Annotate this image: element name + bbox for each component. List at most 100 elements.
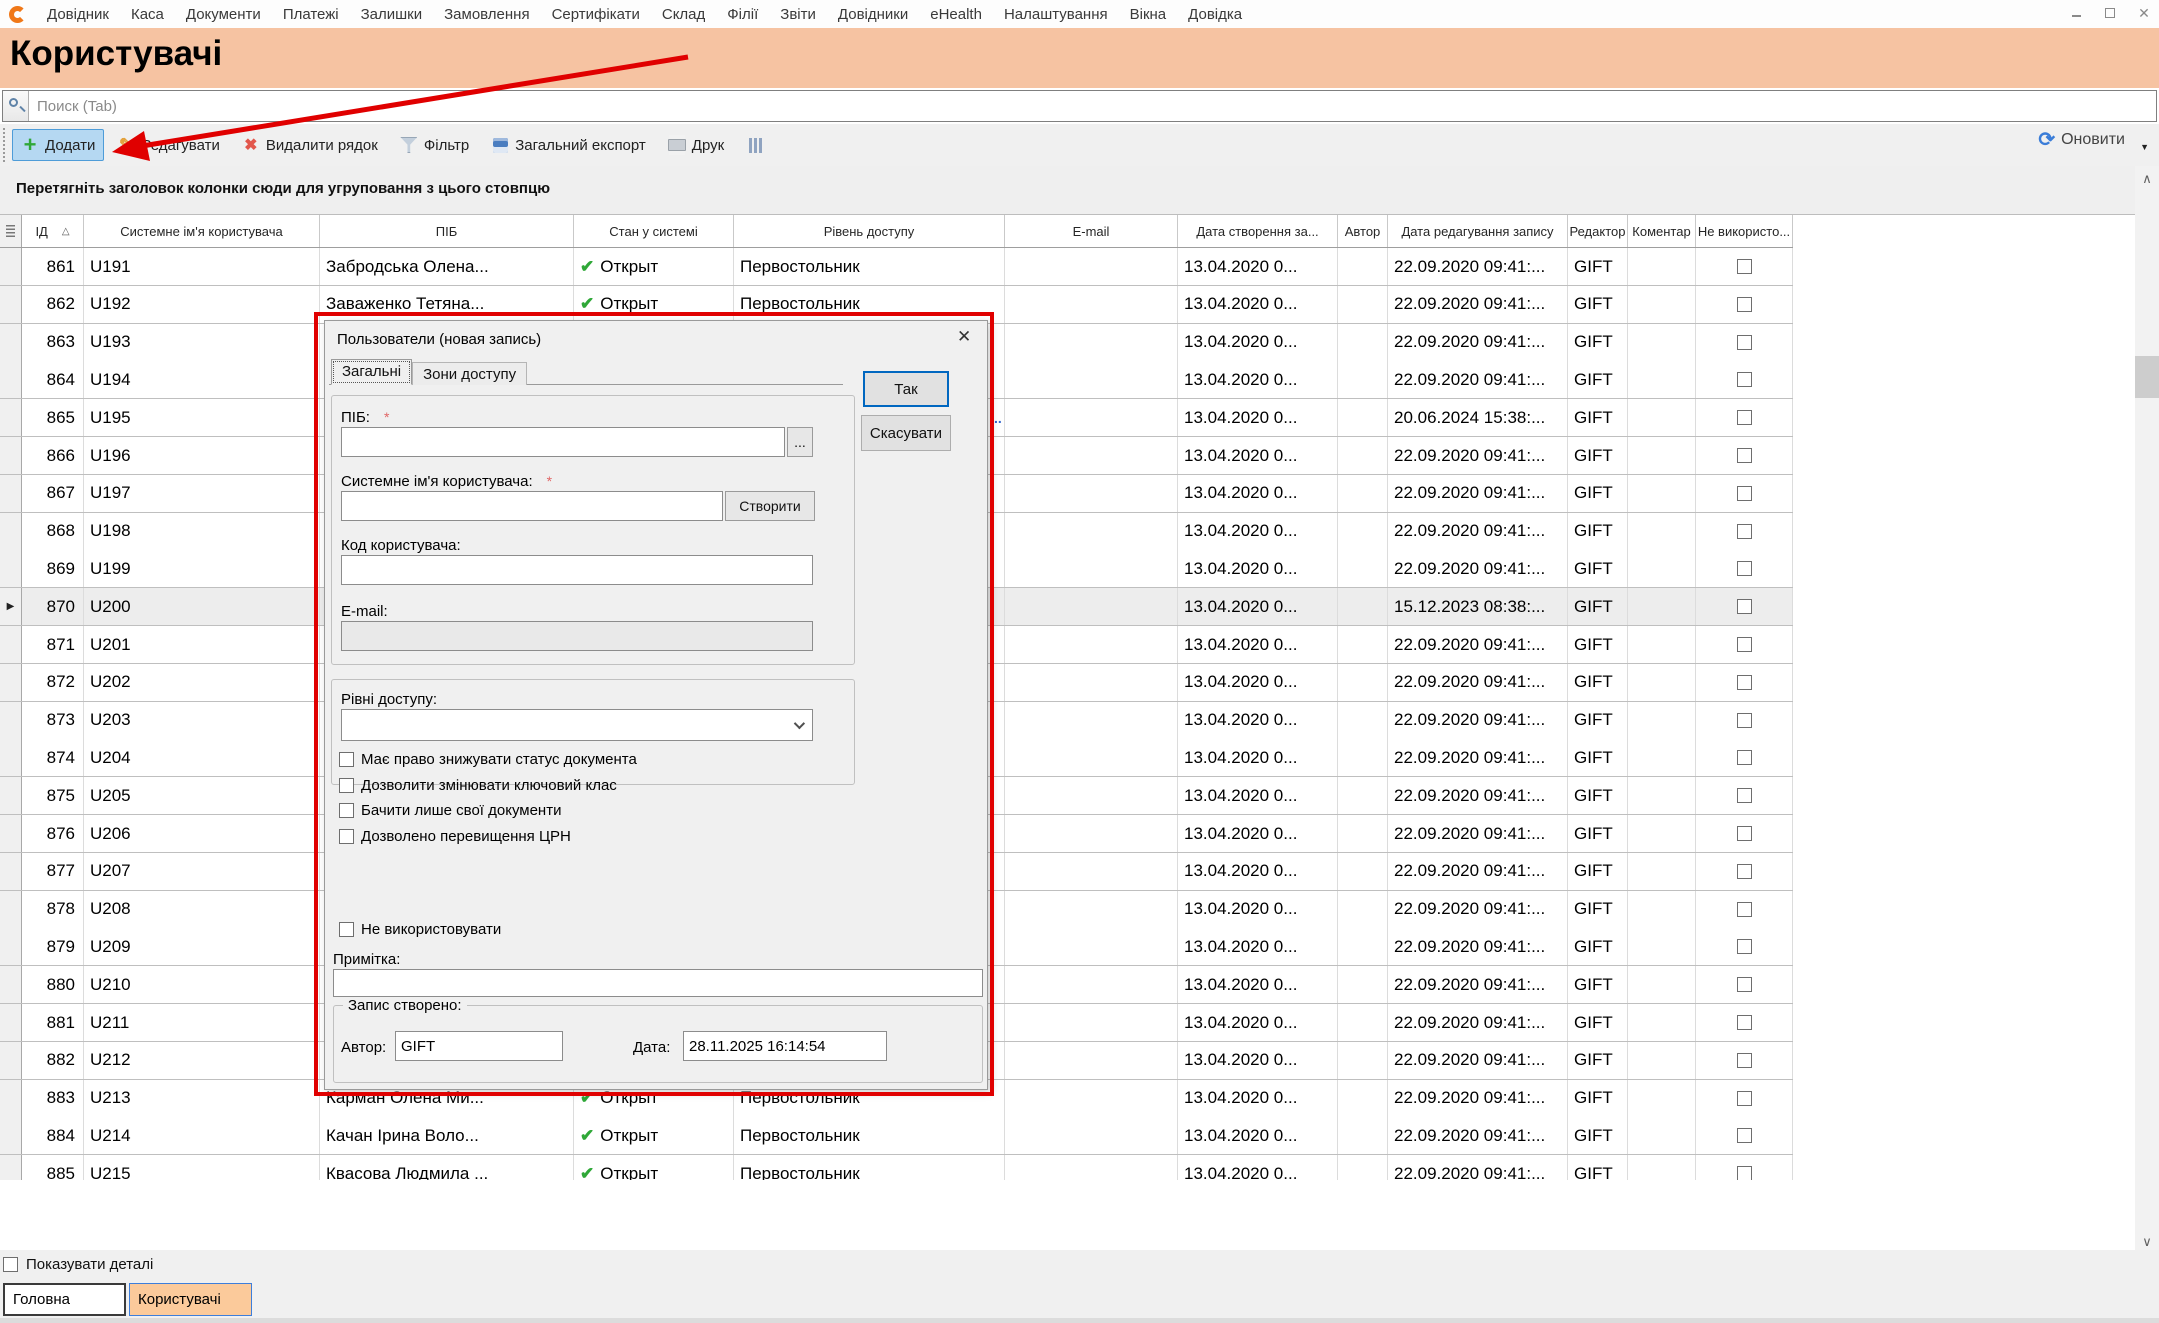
bottom-tab[interactable]: Головна [3,1283,126,1316]
dialog-checkbox[interactable] [339,803,354,818]
unused-row-checkbox[interactable] [1737,826,1752,841]
table-row[interactable]: 861U191Забродська Олена...✔ОткрытПервост… [0,248,1793,286]
dialog-checkbox-row[interactable]: Бачити лише свої документи [339,802,561,819]
unused-row-checkbox[interactable] [1737,410,1752,425]
menu-item[interactable]: Склад [651,6,716,23]
dialog-tab[interactable]: Зони доступу [412,362,527,385]
unused-row-checkbox[interactable] [1737,902,1752,917]
menu-item[interactable]: Філії [716,6,769,23]
table-row[interactable]: 862U192Заваженко Тетяна...✔ОткрытПервост… [0,286,1793,324]
unused-row-checkbox[interactable] [1737,486,1752,501]
unused-checkbox[interactable] [339,922,354,937]
menu-item[interactable]: Залишки [350,6,434,23]
date-field[interactable] [683,1031,887,1061]
show-details-checkbox[interactable] [3,1257,18,1272]
dialog-checkbox-row[interactable]: Дозволити змінювати ключовий клас [339,777,617,794]
pib-field[interactable] [341,427,785,457]
toolbar-drag-handle[interactable] [3,128,5,162]
unused-row-checkbox[interactable] [1737,977,1752,992]
unused-row-checkbox[interactable] [1737,1091,1752,1106]
column-header[interactable]: Дата створення за... [1178,215,1338,247]
create-button[interactable]: Створити [725,491,815,521]
column-header[interactable]: E-mail [1005,215,1178,247]
grid-options-icon[interactable] [6,225,15,237]
close-button[interactable]: ✕ [2135,4,2153,22]
column-header[interactable]: Системне ім'я користувача [84,215,320,247]
dialog-checkbox[interactable] [339,752,354,767]
vertical-scrollbar[interactable]: ∧ ∨ [2135,166,2159,1255]
unused-row-checkbox[interactable] [1737,448,1752,463]
unused-row-checkbox[interactable] [1737,1053,1752,1068]
toolbar-button-delete[interactable]: Видалити рядок [233,129,387,161]
toolbar-button-print[interactable]: Друк [659,129,733,161]
dialog-close-icon[interactable]: ✕ [957,327,971,347]
dialog-checkbox-row[interactable]: Має право знижувати статус документа [339,751,637,768]
unused-row-checkbox[interactable] [1737,259,1752,274]
dialog-checkbox[interactable] [339,778,354,793]
column-header[interactable]: Редактор [1568,215,1628,247]
menu-item[interactable]: Довідка [1177,6,1253,23]
menu-item[interactable]: Документи [175,6,272,23]
menu-item[interactable]: Вікна [1119,6,1178,23]
menu-item[interactable]: eHealth [919,6,993,23]
column-header[interactable]: Коментар [1628,215,1696,247]
scroll-up-button[interactable]: ∧ [2135,168,2159,190]
column-header[interactable]: Стан у системі [574,215,734,247]
menu-item[interactable]: Налаштування [993,6,1119,23]
unused-row-checkbox[interactable] [1737,750,1752,765]
unused-row-checkbox[interactable] [1737,372,1752,387]
sysname-field[interactable] [341,491,723,521]
column-header[interactable]: ПІБ [320,215,574,247]
toolbar-button-columns[interactable] [737,129,773,161]
restore-button[interactable] [2101,4,2119,22]
menu-item[interactable]: Сертифікати [541,6,651,23]
search-input[interactable] [29,98,2156,115]
menu-item[interactable]: Замовлення [433,6,540,23]
menu-item[interactable]: Довідник [36,6,120,23]
levels-select[interactable] [341,709,813,741]
unused-row-checkbox[interactable] [1737,1128,1752,1143]
toolbar-button-plus[interactable]: Додати [12,129,104,161]
minimize-button[interactable] [2067,4,2085,22]
bottom-tab[interactable]: Користувачі [129,1283,252,1316]
table-row[interactable]: 884U214Качан Ірина Воло...✔ОткрытПервост… [0,1117,1793,1155]
unused-row-checkbox[interactable] [1737,788,1752,803]
menu-item[interactable]: Каса [120,6,175,23]
toolbar-button-export[interactable]: Загальний експорт [482,129,655,161]
unused-row-checkbox[interactable] [1737,1166,1752,1180]
ok-button[interactable]: Так [863,371,949,407]
menu-item[interactable]: Платежі [272,6,350,23]
column-header[interactable]: Не використо... [1696,215,1793,247]
toolbar-button-pencil[interactable]: Редагувати [108,129,229,161]
table-row[interactable]: 885U215Квасова Людмила ...✔ОткрытПервост… [0,1155,1793,1180]
browse-button[interactable]: ... [787,427,813,457]
column-header[interactable]: Автор [1338,215,1388,247]
dialog-tab[interactable]: Загальні [331,359,412,385]
dialog-checkbox[interactable] [339,829,354,844]
unused-row-checkbox[interactable] [1737,297,1752,312]
note-field[interactable] [333,969,983,997]
unused-row-checkbox[interactable] [1737,939,1752,954]
unused-row-checkbox[interactable] [1737,637,1752,652]
search-button[interactable] [3,91,29,121]
column-header[interactable]: Дата редагування запису [1388,215,1568,247]
unused-row-checkbox[interactable] [1737,335,1752,350]
unused-row-checkbox[interactable] [1737,561,1752,576]
column-header[interactable]: Рівень доступу [734,215,1005,247]
toolbar-button-filter[interactable]: Фільтр [391,129,478,161]
cancel-button[interactable]: Скасувати [861,415,951,451]
menu-item[interactable]: Звіти [769,6,827,23]
unused-row-checkbox[interactable] [1737,864,1752,879]
author-field[interactable] [395,1031,563,1061]
unused-checkbox-row[interactable]: Не використовувати [339,921,501,938]
unused-row-checkbox[interactable] [1737,675,1752,690]
dialog-checkbox-row[interactable]: Дозволено перевищення ЦРН [339,828,571,845]
refresh-button[interactable]: ⟳ Оновити [2038,130,2125,150]
unused-row-checkbox[interactable] [1737,524,1752,539]
unused-row-checkbox[interactable] [1737,599,1752,614]
code-field[interactable] [341,555,813,585]
unused-row-checkbox[interactable] [1737,713,1752,728]
column-header[interactable]: ІД△ [22,215,84,247]
scroll-thumb[interactable] [2135,356,2159,398]
unused-row-checkbox[interactable] [1737,1015,1752,1030]
